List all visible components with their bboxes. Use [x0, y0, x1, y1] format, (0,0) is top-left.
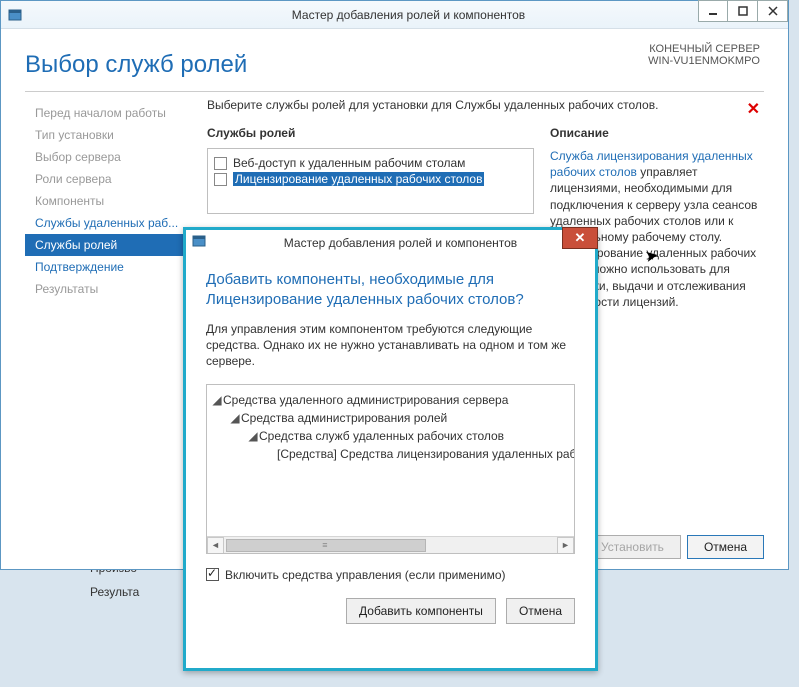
sub-instruction: Для управления этим компонентом требуютс… — [206, 321, 575, 370]
nav-confirmation[interactable]: Подтверждение — [25, 256, 195, 278]
include-management-row[interactable]: Включить средства управления (если приме… — [206, 568, 575, 582]
wizard-nav: Перед началом работы Тип установки Выбор… — [25, 98, 195, 504]
close-button[interactable] — [758, 0, 788, 22]
sub-heading: Добавить компоненты, необходимые для Лиц… — [206, 270, 575, 309]
sub-cancel-button[interactable]: Отмена — [506, 598, 575, 624]
roles-listbox: Веб-доступ к удаленным рабочим столам Ли… — [207, 148, 534, 214]
horizontal-scrollbar[interactable]: ◄ ≡ ► — [207, 536, 574, 553]
nav-server-roles[interactable]: Роли сервера — [25, 168, 195, 190]
roles-heading: Службы ролей — [207, 126, 534, 140]
sub-window-title: Мастер добавления ролей и компонентов — [206, 236, 595, 250]
checkbox[interactable] — [214, 173, 227, 186]
scroll-left-icon[interactable]: ◄ — [207, 537, 224, 554]
include-checkbox[interactable] — [206, 568, 219, 581]
nav-server-selection[interactable]: Выбор сервера — [25, 146, 195, 168]
role-item-licensing[interactable]: Лицензирование удаленных рабочих столов — [212, 171, 529, 187]
scroll-thumb[interactable]: ≡ — [226, 539, 426, 552]
nav-results[interactable]: Результаты — [25, 278, 195, 300]
separator — [25, 91, 764, 92]
nav-remote-desktop-services[interactable]: Службы удаленных раб... — [25, 212, 195, 234]
add-features-dialog: Мастер добавления ролей и компонентов ✕ … — [183, 227, 598, 671]
nav-before-you-begin[interactable]: Перед началом работы — [25, 102, 195, 124]
window-title: Мастер добавления ролей и компонентов — [29, 8, 788, 22]
cancel-button[interactable]: Отмена — [687, 535, 764, 559]
titlebar: Мастер добавления ролей и компонентов — [1, 1, 788, 29]
app-icon — [192, 234, 206, 253]
scroll-right-icon[interactable]: ► — [557, 537, 574, 554]
nav-features[interactable]: Компоненты — [25, 190, 195, 212]
nav-installation-type[interactable]: Тип установки — [25, 124, 195, 146]
minimize-button[interactable] — [698, 0, 728, 22]
destination-server: КОНЕЧНЫЙ СЕРВЕР WIN-VU1ENMOKMPO — [648, 43, 760, 67]
sub-titlebar: Мастер добавления ролей и компонентов ✕ — [186, 230, 595, 256]
instruction-text: Выберите службы ролей для установки для … — [207, 98, 760, 112]
window-controls — [698, 0, 788, 22]
sub-close-button[interactable]: ✕ — [562, 227, 598, 249]
app-icon — [7, 7, 23, 23]
nav-role-services[interactable]: Службы ролей — [25, 234, 195, 256]
description-heading: Описание — [550, 126, 760, 140]
checkbox[interactable] — [214, 157, 227, 170]
features-tree[interactable]: ◢Средства удаленного администрирования с… — [206, 384, 575, 554]
maximize-button[interactable] — [728, 0, 758, 22]
install-button[interactable]: Установить — [584, 535, 681, 559]
role-item-web-access[interactable]: Веб-доступ к удаленным рабочим столам — [212, 155, 529, 171]
wizard-footer: Установить Отмена — [584, 535, 764, 559]
include-label: Включить средства управления (если приме… — [225, 568, 506, 582]
add-features-button[interactable]: Добавить компоненты — [346, 598, 496, 624]
